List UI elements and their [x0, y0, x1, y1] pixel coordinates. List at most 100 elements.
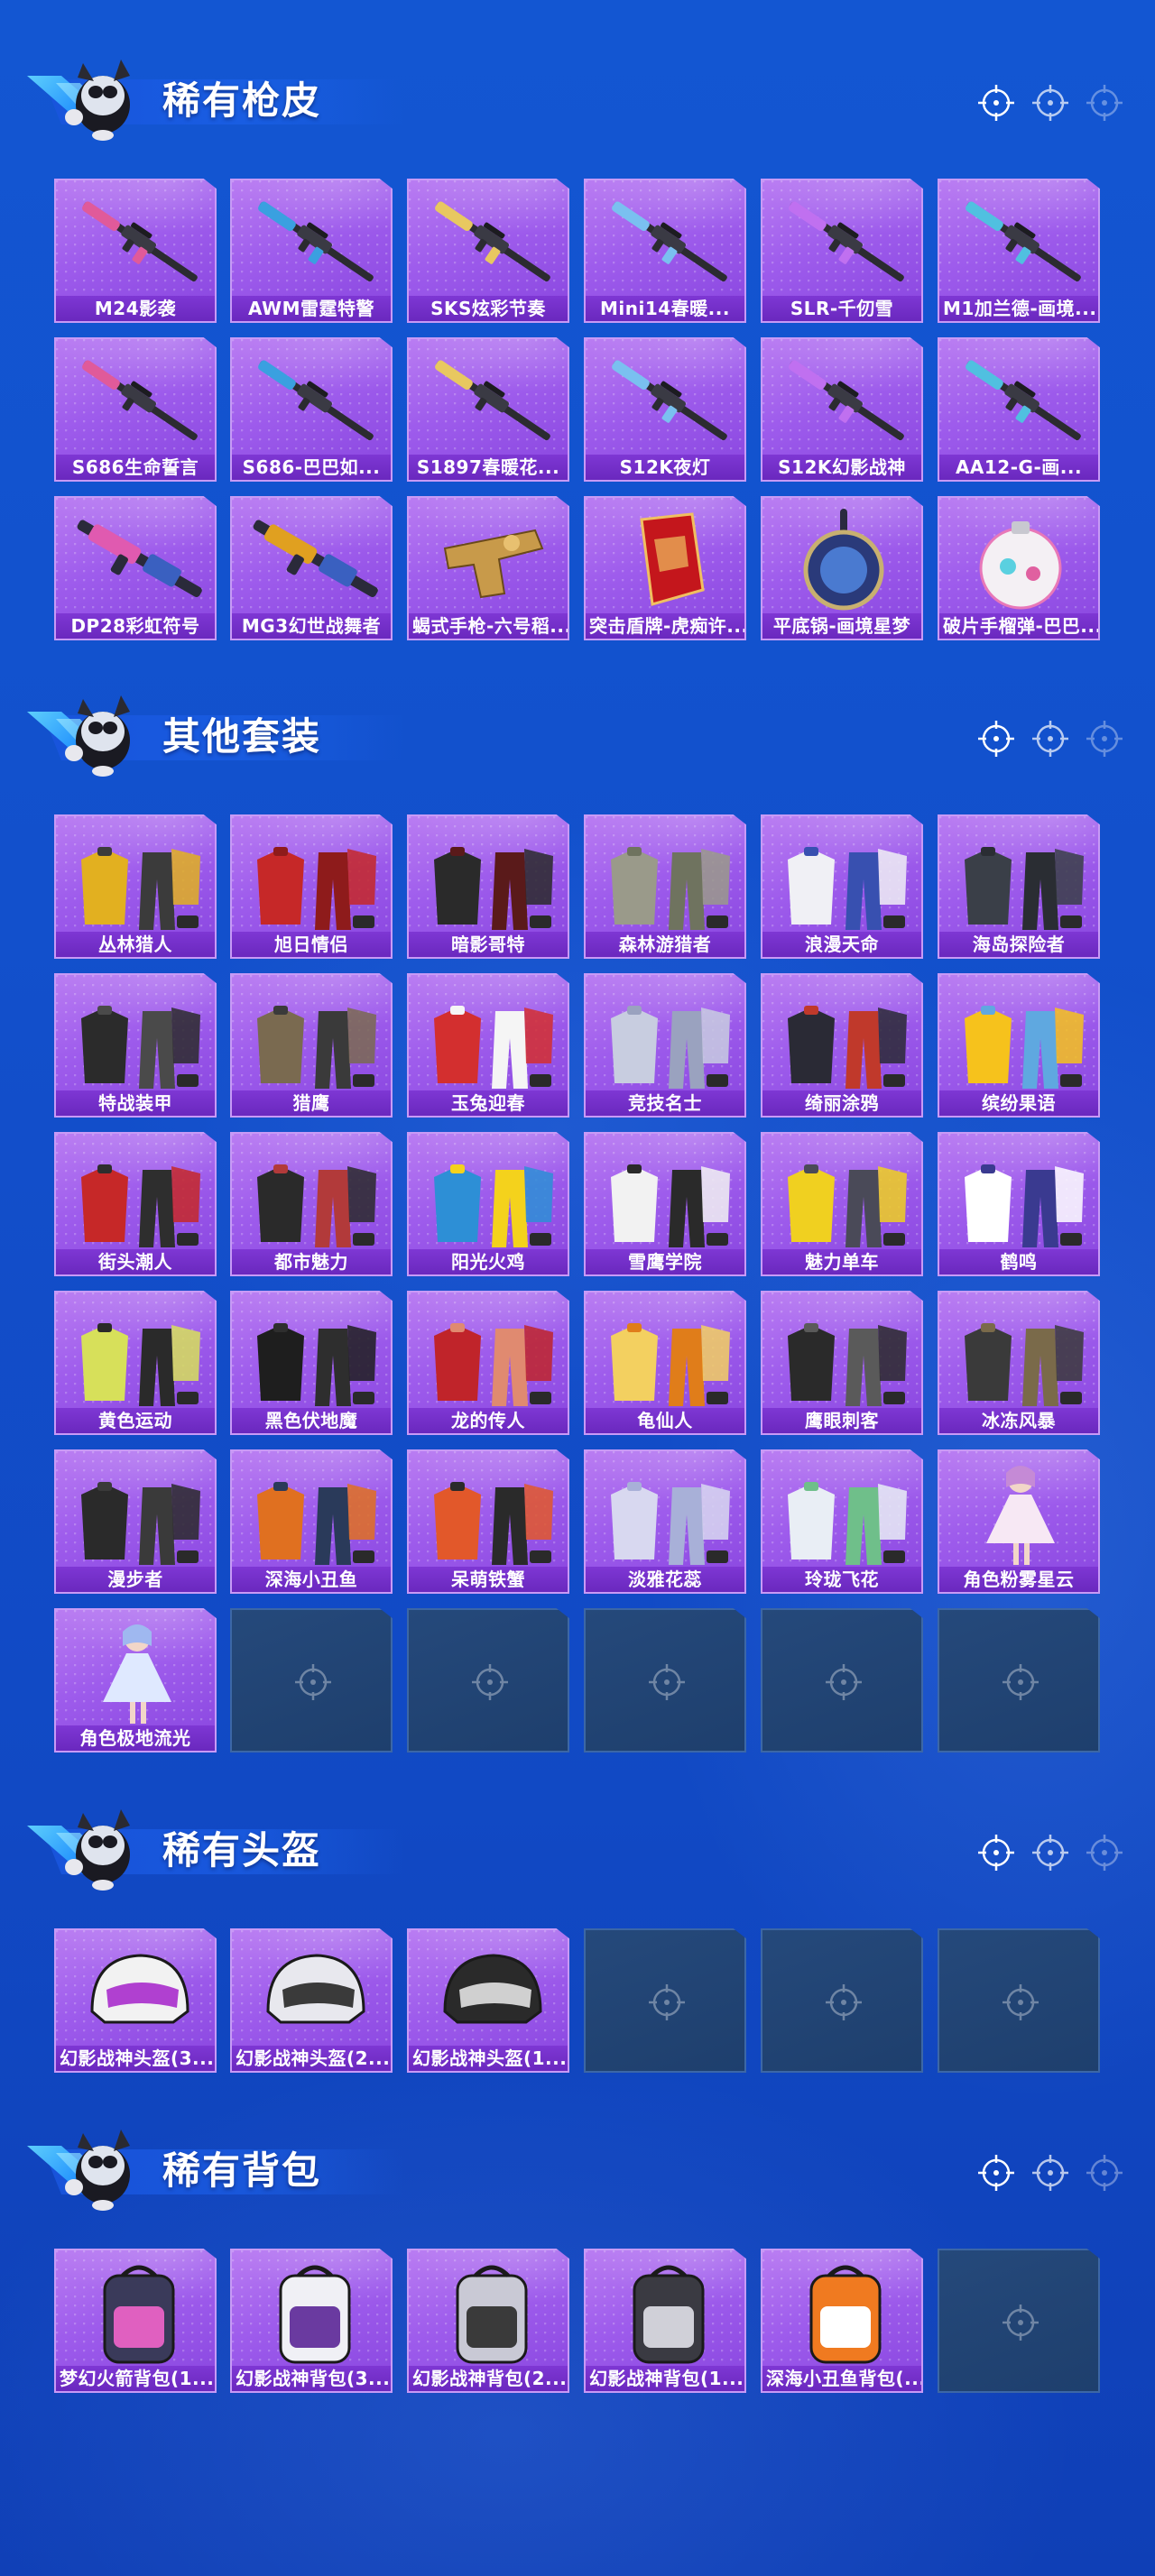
- item-card[interactable]: 幻影战神头盔(3...: [54, 1928, 217, 2073]
- item-card[interactable]: 角色极地流光: [54, 1608, 217, 1753]
- crosshair-icon: [1086, 85, 1123, 121]
- crosshair-icon: [1032, 721, 1068, 757]
- item-label: S686生命誓言: [56, 455, 215, 480]
- item-label: AA12-G-画...: [939, 455, 1098, 480]
- item-card[interactable]: 猎鹰: [230, 973, 393, 1118]
- item-card[interactable]: M24影袭: [54, 179, 217, 323]
- item-card[interactable]: SLR-千仞雪: [761, 179, 923, 323]
- outfit-icon: [965, 1323, 1084, 1406]
- item-card[interactable]: 玲珑飞花: [761, 1449, 923, 1594]
- item-card[interactable]: 龙的传人: [407, 1291, 569, 1435]
- item-label: 蝎式手枪-六号稻...: [409, 613, 568, 639]
- item-card[interactable]: 街头潮人: [54, 1132, 217, 1276]
- item-card[interactable]: 幻影战神头盔(2...: [230, 1928, 393, 2073]
- item-label: S12K夜灯: [586, 455, 744, 480]
- item-card[interactable]: 都市魅力: [230, 1132, 393, 1276]
- item-label: 幻影战神背包(1...: [586, 2366, 744, 2391]
- item-card[interactable]: 阳光火鸡: [407, 1132, 569, 1276]
- item-card[interactable]: 深海小丑鱼背包(...: [761, 2249, 923, 2393]
- item-label: 淡雅花蕊: [586, 1567, 744, 1592]
- item-card[interactable]: 淡雅花蕊: [584, 1449, 746, 1594]
- rifle-icon: [612, 201, 727, 282]
- item-card[interactable]: 平底锅-画境星梦: [761, 496, 923, 640]
- empty-slot: [584, 1608, 746, 1753]
- item-card[interactable]: MG3幻世战舞者: [230, 496, 393, 640]
- item-label: 鹤鸣: [939, 1249, 1098, 1274]
- item-card[interactable]: 深海小丑鱼: [230, 1449, 393, 1594]
- item-card[interactable]: Mini14春暖...: [584, 179, 746, 323]
- item-card[interactable]: 特战装甲: [54, 973, 217, 1118]
- empty-slot: [938, 2249, 1100, 2393]
- item-card[interactable]: 鹰眼刺客: [761, 1291, 923, 1435]
- item-card[interactable]: 海岛探险者: [938, 814, 1100, 959]
- item-card[interactable]: 破片手榴弹-巴巴...: [938, 496, 1100, 640]
- section-header: 其他套装: [0, 672, 1155, 780]
- item-card[interactable]: S686生命誓言: [54, 337, 217, 482]
- item-card[interactable]: S686-巴巴如...: [230, 337, 393, 482]
- crosshair-icon: [826, 1664, 862, 1700]
- item-card[interactable]: 雪鹰学院: [584, 1132, 746, 1276]
- item-card[interactable]: AA12-G-画...: [938, 337, 1100, 482]
- item-card[interactable]: 竞技名士: [584, 973, 746, 1118]
- item-card[interactable]: 呆萌铁蟹: [407, 1449, 569, 1594]
- item-card[interactable]: 龟仙人: [584, 1291, 746, 1435]
- item-card[interactable]: 角色粉雾星云: [938, 1449, 1100, 1594]
- item-card[interactable]: 突击盾牌-虎痴许...: [584, 496, 746, 640]
- item-card[interactable]: 缤纷果语: [938, 973, 1100, 1118]
- outfit-icon: [965, 847, 1084, 930]
- item-card[interactable]: SKS炫彩节奏: [407, 179, 569, 323]
- item-card[interactable]: S12K幻影战神: [761, 337, 923, 482]
- helmet-icon: [266, 1954, 365, 2024]
- empty-slot: [584, 1928, 746, 2073]
- item-card[interactable]: 玉兔迎春: [407, 973, 569, 1118]
- crosshair-decoration: [976, 83, 1130, 124]
- item-card[interactable]: 鹤鸣: [938, 1132, 1100, 1276]
- item-card[interactable]: S12K夜灯: [584, 337, 746, 482]
- item-card[interactable]: 浪漫天命: [761, 814, 923, 959]
- item-label: 都市魅力: [232, 1249, 391, 1274]
- crosshair-icon: [978, 1835, 1014, 1871]
- outfit-icon: [611, 1164, 730, 1247]
- item-label: 森林游猎者: [586, 932, 744, 957]
- item-card[interactable]: M1加兰德-画境...: [938, 179, 1100, 323]
- item-card[interactable]: 魅力单车: [761, 1132, 923, 1276]
- item-card[interactable]: 幻影战神背包(3...: [230, 2249, 393, 2393]
- crosshair-icon: [1003, 1984, 1039, 2020]
- item-label: SKS炫彩节奏: [409, 296, 568, 321]
- item-card[interactable]: 暗影哥特: [407, 814, 569, 959]
- item-card[interactable]: AWM雷霆特警: [230, 179, 393, 323]
- item-label: 鹰眼刺客: [762, 1408, 921, 1433]
- crosshair-icon: [978, 2155, 1014, 2191]
- item-card[interactable]: S1897春暖花...: [407, 337, 569, 482]
- item-card[interactable]: 丛林猎人: [54, 814, 217, 959]
- item-label: 幻影战神头盔(2...: [232, 2046, 391, 2071]
- item-label: 突击盾牌-虎痴许...: [586, 613, 744, 639]
- outfit-icon: [788, 1164, 907, 1247]
- item-card[interactable]: 旭日情侣: [230, 814, 393, 959]
- item-label: 破片手榴弹-巴巴...: [939, 613, 1098, 639]
- item-card[interactable]: 黄色运动: [54, 1291, 217, 1435]
- item-card[interactable]: 幻影战神头盔(1...: [407, 1928, 569, 2073]
- item-card[interactable]: 幻影战神背包(2...: [407, 2249, 569, 2393]
- item-card[interactable]: 黑色伏地魔: [230, 1291, 393, 1435]
- item-label: S12K幻影战神: [762, 455, 921, 480]
- item-label: 玲珑飞花: [762, 1567, 921, 1592]
- crosshair-decoration: [976, 2153, 1130, 2194]
- item-label: 魅力单车: [762, 1249, 921, 1274]
- grenade-icon: [979, 521, 1062, 610]
- outfit-icon: [434, 1164, 553, 1247]
- rifle-icon: [82, 201, 198, 282]
- item-card[interactable]: 森林游猎者: [584, 814, 746, 959]
- item-card[interactable]: DP28彩虹符号: [54, 496, 217, 640]
- outfit-icon: [434, 847, 553, 930]
- item-label: 冰冻风暴: [939, 1408, 1098, 1433]
- item-card[interactable]: 冰冻风暴: [938, 1291, 1100, 1435]
- item-card[interactable]: 绮丽涂鸦: [761, 973, 923, 1118]
- item-card[interactable]: 梦幻火箭背包(1...: [54, 2249, 217, 2393]
- item-card[interactable]: 蝎式手枪-六号稻...: [407, 496, 569, 640]
- item-card[interactable]: 漫步者: [54, 1449, 217, 1594]
- item-card[interactable]: 幻影战神背包(1...: [584, 2249, 746, 2393]
- rifle-icon: [435, 201, 550, 282]
- section-header: 稀有头盔: [0, 1786, 1155, 1894]
- shield-icon: [640, 512, 705, 606]
